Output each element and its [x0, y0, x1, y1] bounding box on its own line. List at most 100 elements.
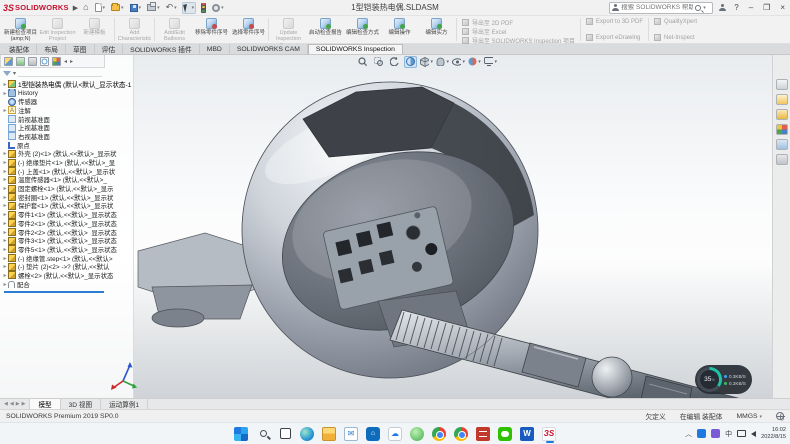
open-document-icon[interactable]: ▾	[110, 2, 125, 14]
launch-inspection-report-button[interactable]: 启动检查报告	[307, 16, 344, 43]
tab-scroll-left-icon[interactable]: ◂	[64, 58, 67, 65]
tree-item-annotations[interactable]: ▸A注解	[2, 106, 133, 115]
tree-item-component[interactable]: ▸零件2<1> (默认,<<默认>_显示状态	[2, 219, 133, 228]
wechat-icon[interactable]	[498, 427, 512, 441]
login-icon[interactable]	[719, 4, 726, 11]
options-icon[interactable]: ▾	[211, 2, 225, 14]
custom-properties-icon[interactable]	[776, 154, 788, 165]
home-icon[interactable]: ⌂	[82, 2, 89, 14]
tree-item-component[interactable]: ▸零件2<2> (默认,<<默认>_显示状态	[2, 228, 133, 237]
update-inspection-project-button[interactable]: Update Inspection Project	[270, 16, 307, 43]
tab-mbd[interactable]: MBD	[200, 44, 230, 54]
tab-layout[interactable]: 布局	[37, 44, 66, 54]
zoom-to-area-icon[interactable]	[372, 56, 385, 68]
tab-solidworks-inspection[interactable]: SOLIDWORKS Inspection	[308, 44, 403, 54]
minimize-button[interactable]: –	[747, 3, 755, 12]
save-icon[interactable]: ▾	[129, 2, 143, 14]
filter-caret-icon[interactable]: ▾	[13, 70, 16, 77]
select-balloons-button[interactable]: 选择零件序号	[230, 16, 267, 43]
export-2d-pdf[interactable]: 导出至 2D PDF	[462, 18, 575, 27]
tree-item-component[interactable]: ▸保护套<1> (默认,<<默认>_显示状	[2, 202, 133, 211]
word-icon[interactable]: W	[520, 427, 534, 441]
select-icon[interactable]: ▾	[182, 2, 197, 14]
qualityxpert-button[interactable]: QualityXpert	[654, 18, 697, 25]
tree-item-component[interactable]: ▸(-) 绝缘垫片<1> (默认,<<默认>_显	[2, 158, 133, 167]
search-caret-icon[interactable]: ▾	[703, 5, 706, 11]
tree-item-component[interactable]: ▸零件5<1> (默认,<<默认>_显示状态	[2, 245, 133, 254]
search-icon[interactable]	[695, 5, 701, 11]
taskbar-search-icon[interactable]	[256, 427, 270, 441]
help-button[interactable]: ?	[732, 3, 740, 12]
new-template-button[interactable]: 新建模板	[76, 16, 113, 43]
hide-show-items-icon[interactable]: ▾	[452, 56, 465, 68]
export-3d-pdf[interactable]: Export to 3D PDF	[586, 18, 643, 25]
view-orientation-icon[interactable]: ▾	[420, 56, 433, 68]
edit-operation-button[interactable]: 编辑操作	[381, 16, 418, 43]
menu-flyout-arrow[interactable]: ▶	[73, 4, 78, 12]
tab-assembly[interactable]: 装配体	[2, 44, 37, 54]
tab-sketch[interactable]: 草图	[66, 44, 95, 54]
green-app-icon[interactable]	[410, 427, 424, 441]
tree-item-component[interactable]: ▸螺栓<2> (默认,<<默认>_显示状态	[2, 271, 133, 280]
zoom-to-fit-icon[interactable]	[356, 56, 369, 68]
tree-item-component[interactable]: ▸温度传感器<1> (默认,<<默认>_	[2, 176, 133, 185]
undo-icon[interactable]: ↶▾	[165, 2, 178, 14]
tray-blue-icon[interactable]	[697, 429, 706, 438]
tray-shield-icon[interactable]	[711, 429, 720, 438]
browser-ring-icon[interactable]	[432, 427, 446, 441]
appearances-icon[interactable]	[776, 124, 788, 135]
tab-model[interactable]: 模型	[30, 399, 60, 409]
export-excel[interactable]: 导出至 Excel	[462, 27, 575, 36]
new-document-icon[interactable]: ▾	[94, 2, 107, 14]
tab-motion-study[interactable]: 运动算例1	[101, 399, 148, 409]
close-button[interactable]: ×	[778, 3, 787, 12]
rebuild-icon[interactable]	[200, 2, 207, 14]
tree-item-right-plane[interactable]: 右视基准面	[2, 132, 133, 141]
tree-item-component[interactable]: ▸零件1<1> (默认,<<默认>_显示状态	[2, 210, 133, 219]
tree-item-component[interactable]: ▸外壳 (2)<1> (默认,<<默认>_显示状	[2, 150, 133, 159]
add-characteristic-button[interactable]: Add Characteristic	[116, 16, 153, 43]
edit-inspection-method-button[interactable]: 编辑检查方式	[344, 16, 381, 43]
ime-indicator[interactable]: 中	[725, 429, 732, 439]
store-icon[interactable]: ⌂	[366, 427, 380, 441]
onedrive-icon[interactable]: ☁	[388, 427, 402, 441]
search-input[interactable]	[621, 4, 693, 11]
task-view-icon[interactable]	[278, 427, 292, 441]
propertymanager-tab-icon[interactable]	[16, 57, 25, 66]
remove-balloons-button[interactable]: 移除零件序号	[193, 16, 230, 43]
net-inspect-button[interactable]: Net-Inspect	[654, 34, 697, 41]
new-inspection-project-button[interactable]: 新建检查项目 (amp;N)	[2, 16, 39, 43]
rollback-bar[interactable]	[4, 291, 104, 293]
edit-appearance-icon[interactable]: ▾	[468, 56, 481, 68]
tab-evaluate[interactable]: 评估	[95, 44, 124, 54]
solidworks-taskbar-icon[interactable]: ЗS	[542, 427, 556, 441]
speaker-icon[interactable]	[751, 431, 756, 437]
dimxpertmanager-tab-icon[interactable]	[40, 57, 49, 66]
view-palette-icon[interactable]	[776, 139, 788, 150]
globe-icon[interactable]	[776, 412, 784, 420]
tree-item-component[interactable]: ▸零件3<1> (默认,<<默认>_显示状态	[2, 236, 133, 245]
tree-item-sensors[interactable]: 传感器	[2, 97, 133, 106]
display-style-icon[interactable]: ▾	[436, 56, 449, 68]
tab-3d-views[interactable]: 3D 视图	[61, 399, 101, 409]
tree-item-component[interactable]: ▸固定螺栓<1> (默认,<<默认>_显示	[2, 184, 133, 193]
speed-monitor-widget[interactable]: 35% 0.3KB/S 0.2KB/S	[695, 365, 752, 394]
tray-chevron-icon[interactable]: ︿	[685, 429, 692, 439]
restore-button[interactable]: ❐	[761, 3, 772, 12]
edit-measure-button[interactable]: 编辑实方	[418, 16, 455, 43]
tree-item-origin[interactable]: 原点	[2, 141, 133, 150]
print-icon[interactable]: ▾	[146, 2, 161, 14]
add-edit-balloons-button[interactable]: Add/Edit Balloons	[156, 16, 193, 43]
tree-filter[interactable]: ▾	[0, 68, 105, 79]
section-view-icon[interactable]	[404, 56, 417, 68]
featuremanager-tab-icon[interactable]	[4, 57, 13, 66]
tree-item-component[interactable]: ▸(-) 垫片 (2)<2> ->? (默认,<<默认	[2, 262, 133, 271]
file-explorer-taskbar-icon[interactable]	[322, 427, 336, 441]
design-library-icon[interactable]	[776, 94, 788, 105]
file-explorer-icon[interactable]	[776, 109, 788, 120]
units-selector[interactable]: MMGS ▾	[736, 413, 762, 420]
solidworks-resources-icon[interactable]	[776, 79, 788, 90]
tree-item-front-plane[interactable]: 前视基准面	[2, 115, 133, 124]
start-button[interactable]	[234, 427, 248, 441]
tab-scroll-right-icon[interactable]: ▸	[70, 58, 73, 65]
